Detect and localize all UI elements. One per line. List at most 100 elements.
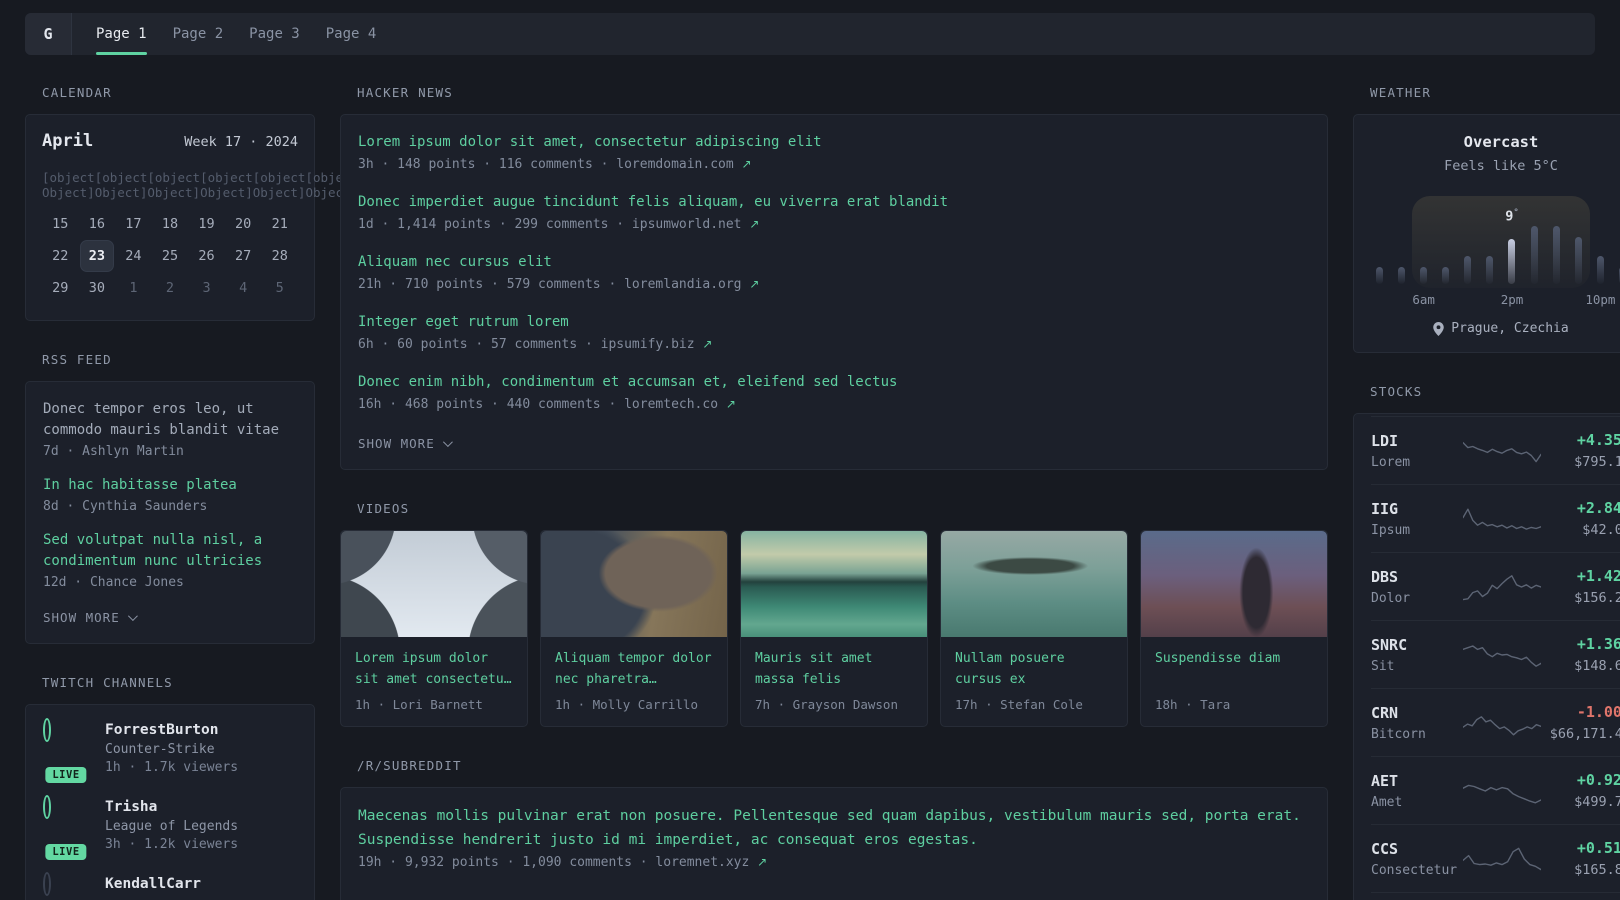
rss-item-meta: 12d · Chance Jones — [43, 575, 184, 590]
twitch-channel-row[interactable]: LIVE Trisha League of Legends 3h · 1.2k … — [43, 795, 297, 860]
external-link-icon[interactable]: ↗ — [749, 217, 759, 231]
stock-sparkline — [1463, 441, 1541, 462]
stock-row[interactable]: DBS Dolor +1.42% $156.28 — [1371, 552, 1620, 620]
page-tabs: Page 1 Page 2 Page 3 Page 4 — [72, 13, 376, 55]
stock-row[interactable]: CRN Bitcorn -1.00% $66,171.48 — [1371, 688, 1620, 756]
video-thumbnail — [741, 531, 927, 637]
video-title: Lorem ipsum dolor sit amet consectetu… — [355, 651, 512, 688]
stock-row[interactable]: IIG Ipsum +2.84% $42.04 — [1371, 484, 1620, 552]
subreddit-post-meta: 19h · 9,932 points · 1,090 comments · lo… — [358, 855, 768, 871]
weather-bar — [1486, 256, 1494, 284]
hackernews-item-meta: 1d · 1,414 points · 299 comments · ipsum… — [358, 217, 760, 232]
twitch-channel-row[interactable]: KendallCarr — [43, 872, 297, 896]
weekday-label: [object Object] — [42, 170, 95, 200]
page-tab[interactable]: Page 2 — [173, 13, 224, 55]
stock-sparkline — [1463, 644, 1541, 667]
hackernews-item-meta: 21h · 710 points · 579 comments · loreml… — [358, 277, 760, 292]
external-link-icon[interactable]: ↗ — [742, 157, 752, 171]
hackernews-item-title: Aliquam nec cursus elit — [358, 254, 552, 270]
weather-bar — [1530, 226, 1538, 284]
hackernews-item[interactable]: Donec imperdiet augue tincidunt felis al… — [358, 192, 1310, 232]
video-thumbnail — [341, 531, 527, 637]
external-link-icon[interactable]: ↗ — [726, 397, 736, 411]
calendar-widget: CALENDAR April Week 17 · 2024 [object Ob… — [25, 85, 411, 321]
twitch-channel-info: KendallCarr — [105, 876, 201, 896]
weather-time-label: 6am — [1412, 292, 1435, 307]
hackernews-item-title: Donec enim nibh, condimentum et accumsan… — [358, 374, 898, 390]
video-card[interactable]: Nullam posuere cursus ex 17h · Stefan Co… — [940, 530, 1128, 728]
avatar — [43, 872, 51, 896]
rss-item[interactable]: In hac habitasse platea 8d · Cynthia Sau… — [43, 475, 297, 514]
live-badge: LIVE — [45, 767, 87, 783]
weather-feels-like: Feels like 5°C — [1444, 158, 1558, 174]
stock-name: Sit — [1371, 658, 1395, 674]
section-label-calendar: CALENDAR — [42, 85, 112, 100]
rss-item[interactable]: Donec tempor eros leo, ut commodo mauris… — [43, 399, 297, 459]
external-link-icon[interactable]: ↗ — [757, 855, 767, 869]
stock-sparkline — [1463, 715, 1541, 735]
weather-bar — [1464, 256, 1472, 284]
external-link-icon[interactable]: ↗ — [749, 277, 759, 291]
app-logo[interactable]: G — [25, 13, 71, 55]
stock-price: $165.84 — [1574, 862, 1620, 878]
stock-row[interactable]: SNRC Sit +1.36% $148.64 — [1371, 620, 1620, 688]
section-label-videos: VIDEOS — [357, 501, 410, 516]
hackernews-item-title: Lorem ipsum dolor sit amet, consectetur … — [358, 134, 822, 150]
current-temperature-label: 9° — [1505, 208, 1519, 225]
hackernews-show-more-button[interactable]: SHOW MORE — [358, 436, 453, 451]
calendar-day: 20 — [235, 216, 252, 232]
video-card[interactable]: Mauris sit amet massa felis 7h · Grayson… — [740, 530, 928, 728]
calendar-day: 22 — [52, 248, 69, 264]
stock-ticker: SNRC — [1371, 635, 1408, 654]
stock-sparkline — [1463, 784, 1541, 803]
videos-widget: VIDEOS Lorem ipsum dolor sit amet consec… — [340, 501, 1328, 728]
stock-ticker: IIG — [1371, 499, 1399, 518]
weather-time-label: 2pm — [1500, 292, 1524, 307]
section-label-hackernews: HACKER NEWS — [357, 85, 453, 100]
video-meta: 7h · Grayson Dawson — [755, 697, 898, 713]
dashboard-grid: CALENDAR April Week 17 · 2024 [object Ob… — [25, 85, 1620, 900]
page-tab[interactable]: Page 1 — [96, 13, 147, 55]
rss-widget: RSS FEED Donec tempor eros leo, ut commo… — [25, 352, 315, 644]
middle-column: HACKER NEWS Lorem ipsum dolor sit amet, … — [340, 85, 1328, 900]
stock-price: $795.18 — [1574, 454, 1620, 470]
page-tab[interactable]: Page 3 — [249, 13, 300, 55]
weather-hourly-chart: 9° — [1376, 196, 1620, 288]
hackernews-item-meta: 3h · 148 points · 116 comments · loremdo… — [358, 157, 752, 172]
calendar-day: 19 — [198, 216, 215, 232]
hackernews-item-title: Donec imperdiet augue tincidunt felis al… — [358, 194, 949, 210]
external-link-icon[interactable]: ↗ — [702, 337, 712, 351]
calendar-card: April Week 17 · 2024 [object Object] [obj… — [25, 114, 411, 321]
stock-identity: SNRC Sit — [1371, 636, 1463, 674]
hackernews-item[interactable]: Aliquam nec cursus elit 21h · 710 points… — [358, 252, 1310, 292]
weekday-label: [object Object] — [200, 170, 253, 200]
hackernews-item[interactable]: Integer eget rutrum lorem 6h · 60 points… — [358, 312, 1310, 352]
weather-card: Overcast Feels like 5°C 9° 6am 2pm 10pm Pr… — [1353, 114, 1620, 353]
stock-row[interactable]: AHS +0.46% — [1371, 892, 1620, 900]
stock-row[interactable]: AET Amet +0.92% $499.72 — [1371, 756, 1620, 824]
subreddit-post[interactable]: Maecenas mollis pulvinar erat non posuer… — [358, 805, 1310, 870]
hackernews-item-meta: 6h · 60 points · 57 comments · ipsumify.… — [358, 337, 713, 352]
page-tab[interactable]: Page 4 — [326, 13, 377, 55]
video-card-body: Nullam posuere cursus ex 17h · Stefan Co… — [941, 637, 1127, 726]
hackernews-item[interactable]: Lorem ipsum dolor sit amet, consectetur … — [358, 132, 1310, 172]
twitch-avatar-wrap: LIVE — [43, 718, 89, 783]
show-more-label: SHOW MORE — [43, 610, 120, 625]
rss-show-more-button[interactable]: SHOW MORE — [43, 610, 138, 625]
twitch-channel-row[interactable]: LIVE ForrestBurton Counter-Strike 1h · 1… — [43, 718, 297, 783]
stock-row[interactable]: LDI Lorem +4.35% $795.18 — [1371, 416, 1620, 484]
video-card[interactable]: Aliquam tempor dolor nec pharetra… 1h · … — [540, 530, 728, 728]
video-card[interactable]: Lorem ipsum dolor sit amet consectetu… 1… — [340, 530, 528, 728]
subreddit-post-title: Maecenas mollis pulvinar erat non posuer… — [358, 808, 1301, 848]
hackernews-item[interactable]: Donec enim nibh, condimentum et accumsan… — [358, 372, 1310, 412]
chevron-down-icon — [127, 611, 138, 622]
calendar-header: April Week 17 · 2024 — [42, 131, 298, 151]
video-card[interactable]: Suspendisse diam 18h · Tara — [1140, 530, 1328, 728]
stock-change-percent: +0.51% — [1576, 839, 1620, 857]
video-title: Nullam posuere cursus ex — [955, 651, 1065, 688]
calendar-day: 17 — [125, 216, 142, 232]
stock-row[interactable]: CCS Consectetur +0.51% $165.84 — [1371, 824, 1620, 892]
weekday-label: [object Object] — [252, 170, 306, 200]
rss-item[interactable]: Sed volutpat nulla nisl, a condimentum n… — [43, 530, 297, 590]
subreddit-widget: /R/SUBREDDIT Maecenas mollis pulvinar er… — [340, 758, 1328, 900]
